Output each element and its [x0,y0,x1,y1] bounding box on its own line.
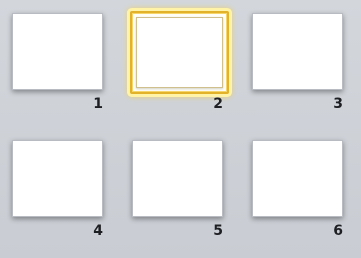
layout-preview-3 [252,13,343,90]
layout-label-4: 4 [93,223,103,239]
layout-preview-2 [130,11,229,94]
layout-label-1: 1 [93,96,103,112]
layout-label-5: 5 [213,223,223,239]
layout-preview-1 [12,13,103,90]
layout-option-5[interactable]: 5 [120,127,235,251]
layout-preview-4 [12,140,103,217]
layout-option-1[interactable]: 1 [0,0,115,124]
layout-option-4[interactable]: 4 [0,127,115,251]
layout-option-6[interactable]: 6 [240,127,355,251]
layout-option-2[interactable]: 2 [120,0,235,124]
layout-preview-6 [252,140,343,217]
layout-label-6: 6 [333,223,343,239]
layout-label-2: 2 [213,96,223,112]
layout-gallery: 1 2 3 4 5 6 [0,0,361,258]
layout-option-3[interactable]: 3 [240,0,355,124]
layout-preview-5 [132,140,223,217]
layout-label-3: 3 [333,96,343,112]
